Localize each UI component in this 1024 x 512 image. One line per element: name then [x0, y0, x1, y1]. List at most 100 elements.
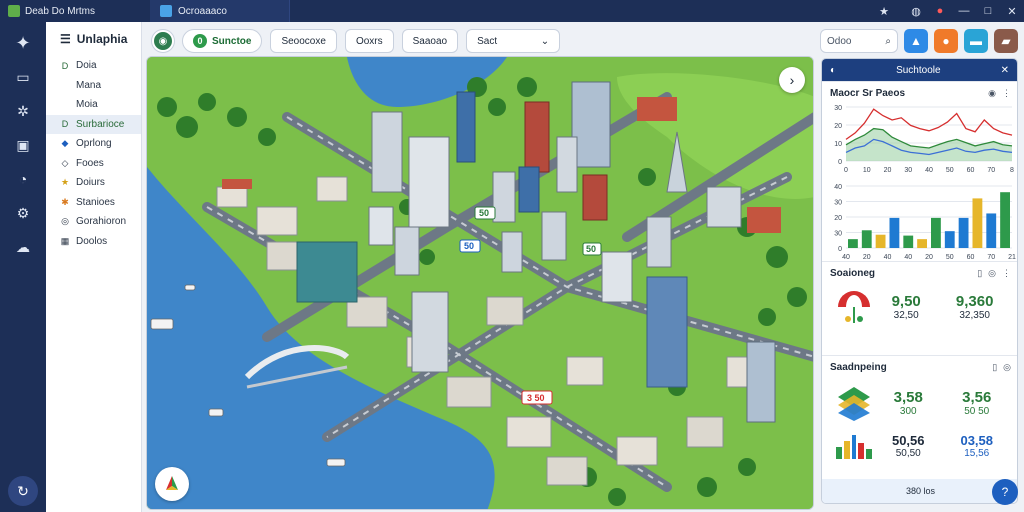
- bar-chart-xtick: 40: [884, 254, 892, 261]
- notification-icon[interactable]: ●: [928, 0, 952, 22]
- bar-chart-bar-2: [875, 234, 886, 248]
- bar-chart-xtick: 21: [1008, 254, 1016, 261]
- search-field[interactable]: Odoo ⌕: [820, 29, 898, 53]
- app-title-area: Deab Do Mrtms: [0, 0, 150, 22]
- left-rail: ✦ ▭ ✲ ▣ ◔ ⚙ ☁ ↻: [0, 22, 46, 512]
- bar-chart-bar-10: [986, 213, 997, 248]
- sidebar-item-2[interactable]: Moia: [46, 95, 141, 115]
- map-canvas[interactable]: 50 50 50 3 50: [147, 57, 814, 510]
- bar-chart-bar-7: [944, 231, 955, 248]
- sidebar-item-label: Moia: [76, 99, 98, 111]
- line-chart-xtick: 10: [863, 167, 871, 174]
- sidebar-item-4[interactable]: ◆ Oprlong: [46, 134, 141, 154]
- sidebar-item-1[interactable]: Mana: [46, 76, 141, 96]
- compass-icon[interactable]: ◔: [12, 168, 34, 190]
- line-chart-xtick: 30: [904, 167, 912, 174]
- more-icon[interactable]: ⋮: [1002, 88, 1011, 99]
- gear-icon[interactable]: ✲: [12, 100, 34, 122]
- sidebar-item-7[interactable]: ✱ Stanioes: [46, 193, 141, 213]
- refresh-icon[interactable]: ◎: [988, 268, 996, 279]
- bar-chart-xtick: 60: [967, 254, 975, 261]
- city-logo-icon[interactable]: ◉: [152, 30, 174, 52]
- sidebar-item-label: Oprlong: [76, 138, 112, 150]
- devices-icon[interactable]: ▭: [12, 66, 34, 88]
- cloud-icon[interactable]: ☁: [12, 236, 34, 258]
- minimize-icon[interactable]: —: [952, 0, 976, 22]
- select-value: Sact: [477, 35, 498, 47]
- stat3-sub: 300: [899, 406, 917, 417]
- line-chart-xtick: 60: [967, 167, 975, 174]
- sidebar-item-icon: D: [61, 60, 69, 71]
- stat4-sub: 50 50: [964, 406, 990, 417]
- close-icon[interactable]: ✕: [1000, 0, 1024, 22]
- bar-chart-bar-0: [848, 239, 858, 248]
- share-icon[interactable]: ▲: [904, 29, 928, 53]
- help-button[interactable]: ?: [992, 479, 1018, 505]
- sidebar-item-0[interactable]: D Doia: [46, 56, 141, 76]
- eye-icon[interactable]: ◉: [988, 88, 996, 99]
- line-chart-ytick: 0: [838, 159, 842, 166]
- stat3-value: 3,58: [893, 389, 923, 406]
- grid-icon[interactable]: ▣: [12, 134, 34, 156]
- copy-icon[interactable]: ▯: [977, 268, 982, 279]
- bar-chart-bar-6: [931, 217, 941, 248]
- sidebar-item-icon: ◆: [61, 138, 69, 149]
- sidebar-item-6[interactable]: ★ Doiurs: [46, 173, 141, 193]
- sidebar-item-8[interactable]: ◎ Gorahioron: [46, 212, 141, 232]
- globe-icon[interactable]: ◍: [904, 0, 928, 22]
- bar-chart-xtick: 50: [946, 254, 954, 261]
- sidebar-item-label: Surbarioce: [76, 118, 125, 130]
- sidebar-item-label: Doia: [76, 60, 97, 72]
- primary-filter-button[interactable]: 0 Sunctoe: [182, 29, 263, 53]
- bar-chart-ytick: 30: [834, 200, 842, 207]
- sidebar-item-label: Doolos: [76, 235, 108, 247]
- line-chart-xtick: 0: [844, 167, 848, 174]
- line-chart-xtick: 40: [925, 167, 933, 174]
- folder-icon[interactable]: ▰: [994, 29, 1018, 53]
- compass-button[interactable]: [155, 467, 189, 501]
- fire-icon[interactable]: ●: [934, 29, 958, 53]
- umbrella-icon: [838, 291, 870, 323]
- bar-chart-ytick: 40: [834, 184, 842, 191]
- menu-icon[interactable]: ☰: [60, 32, 71, 46]
- toolbar-button-3[interactable]: Saaoao: [401, 29, 459, 53]
- settings-icon[interactable]: ⚙: [12, 202, 34, 224]
- star-icon[interactable]: ✦: [12, 32, 34, 54]
- panel-logo-icon: ◐: [830, 64, 837, 76]
- refresh-icon[interactable]: ↻: [8, 476, 38, 506]
- panel-title: Suchtoole: [896, 64, 941, 76]
- line-chart-ytick: 10: [834, 141, 842, 148]
- maximize-icon[interactable]: □: [976, 0, 1000, 22]
- title-bar: Deab Do Mrtms Ocroaaaco ★ ◍ ● — □ ✕: [0, 0, 1024, 22]
- city-map[interactable]: 50 50 50 3 50 ›: [146, 56, 814, 510]
- map-label-1: 50: [479, 208, 489, 218]
- sidebar-item-icon: ◎: [61, 216, 69, 227]
- star-icon[interactable]: ★: [872, 0, 896, 22]
- compass-icon: [166, 476, 178, 490]
- chevron-right-icon: ›: [789, 72, 795, 88]
- bar-chart-xtick: 40: [842, 254, 850, 261]
- line-chart-xtick: 50: [946, 167, 954, 174]
- stat1-value: 9,50: [891, 293, 921, 310]
- bar-chart-ytick: 30: [834, 231, 842, 238]
- toolbar-button-2[interactable]: Ooxrs: [344, 29, 394, 53]
- sidebar-item-5[interactable]: ◇ Fooes: [46, 154, 141, 174]
- refresh-icon[interactable]: ◎: [1003, 362, 1011, 373]
- city-skyline-icon: [836, 435, 872, 459]
- sidebar-item-icon: ★: [60, 177, 70, 188]
- toolbar-button-1[interactable]: Seoocoxe: [270, 29, 337, 53]
- window-tab[interactable]: Ocroaaaco: [150, 0, 290, 22]
- close-icon[interactable]: ✕: [1001, 65, 1009, 76]
- more-icon[interactable]: ⋮: [1002, 268, 1011, 279]
- sidebar-title: Unlaphia: [76, 32, 128, 46]
- car-icon[interactable]: ▬: [964, 29, 988, 53]
- sidebar-item-9[interactable]: ▦ Doolos: [46, 232, 141, 252]
- map-label-4: 3 50: [527, 393, 545, 403]
- map-label-3: 50: [586, 244, 596, 254]
- toolbar-select[interactable]: Sact ⌄: [466, 29, 561, 53]
- map-next-button[interactable]: ›: [779, 67, 805, 93]
- sidebar-item-3[interactable]: D Surbarioce: [46, 114, 141, 134]
- map-label-2: 50: [464, 241, 474, 251]
- copy-icon[interactable]: ▯: [992, 362, 997, 373]
- bar-chart-xtick: 40: [904, 254, 912, 261]
